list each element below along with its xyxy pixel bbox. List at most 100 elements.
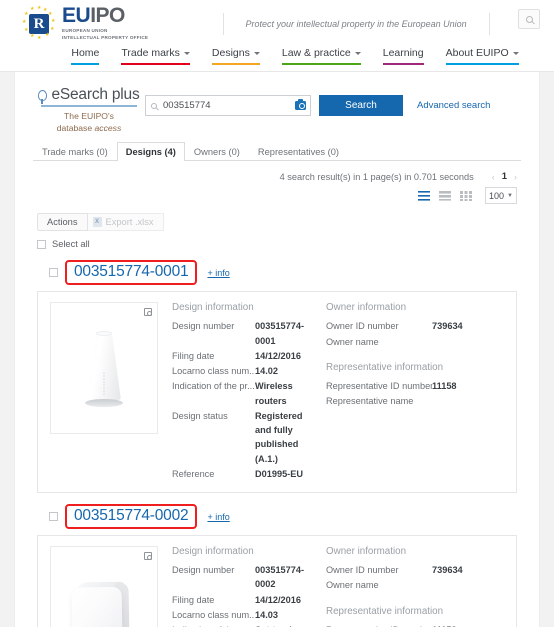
star-icon: ★ bbox=[37, 4, 42, 11]
design-id-link[interactable]: 003515774-0002 bbox=[74, 507, 189, 524]
logo-subtitle: EUROPEAN UNION INTELLECTUAL PROPERTY OFF… bbox=[62, 28, 148, 41]
magnifier-icon bbox=[38, 89, 48, 104]
actions-toolbar: Actions X Export .xlsx bbox=[37, 213, 539, 232]
more-info-link[interactable]: + info bbox=[207, 268, 229, 278]
star-icon: ★ bbox=[24, 26, 29, 33]
export-xlsx-label: Export .xlsx bbox=[105, 217, 154, 228]
prev-page-button[interactable]: ‹ bbox=[492, 172, 495, 182]
label-indication: Indication of the pr... bbox=[172, 381, 255, 392]
esearch-subtitle-access: access bbox=[94, 122, 122, 133]
representative-information-title: Representative information bbox=[326, 361, 444, 373]
detail-view-icon[interactable] bbox=[439, 190, 451, 201]
owner-representative-column: Owner information Owner ID number 739634 Ow… bbox=[326, 546, 504, 627]
result-type-tabs: Trade marks (0) Designs (4) Owners (0) Repr… bbox=[33, 142, 521, 162]
esearch-branding: eSearch plus The EUIPO's database access bbox=[33, 86, 145, 134]
logo-subtitle-line1: EUROPEAN UNION bbox=[62, 28, 108, 34]
logo-subtitle-line2: INTELLECTUAL PROPERTY OFFICE bbox=[62, 35, 149, 40]
list-view-icon[interactable] bbox=[418, 190, 430, 201]
page-size-select[interactable]: 100 ▼ bbox=[485, 187, 517, 205]
label-design-number: Design number bbox=[172, 565, 235, 576]
label-owner-name: Owner name bbox=[326, 580, 379, 591]
value-locarno-class: 14.02 bbox=[255, 366, 278, 377]
star-icon: ★ bbox=[22, 18, 27, 25]
design-id-highlight: 003515774-0002 bbox=[65, 504, 198, 530]
header-search-button[interactable] bbox=[518, 9, 540, 29]
more-info-link[interactable]: + info bbox=[207, 512, 229, 522]
advanced-search-link[interactable]: Advanced search bbox=[417, 100, 490, 111]
label-locarno-class: Locarno class num... bbox=[172, 609, 255, 620]
value-representative-id: 11158 bbox=[432, 380, 457, 391]
label-reference: Reference bbox=[172, 468, 215, 479]
nav-item-home[interactable]: Home bbox=[71, 47, 100, 65]
actions-button[interactable]: Actions bbox=[37, 213, 88, 232]
tab-designs-4[interactable]: Designs (4) bbox=[116, 142, 185, 162]
page-size-value: 100 bbox=[489, 190, 505, 201]
value-design-number: 003515774-0002 bbox=[255, 565, 305, 590]
star-icon: ★ bbox=[43, 6, 48, 13]
nav-item-label: Home bbox=[71, 47, 100, 59]
select-all-row[interactable]: Select all bbox=[37, 239, 539, 249]
nav-item-label: Learning bbox=[382, 47, 424, 59]
current-page-number[interactable]: 1 bbox=[502, 171, 507, 182]
camera-icon[interactable] bbox=[295, 99, 306, 110]
next-page-button[interactable]: › bbox=[514, 172, 517, 182]
field-row: Locarno class num... 14.03 bbox=[172, 608, 318, 622]
select-all-checkbox[interactable] bbox=[37, 239, 46, 249]
star-icon: ★ bbox=[51, 17, 56, 24]
esearch-subtitle-line1: The EUIPO's bbox=[64, 110, 114, 121]
esearch-subtitle-line2: database access bbox=[33, 122, 145, 134]
search-row: Search Advanced search bbox=[145, 86, 490, 116]
field-row: Filing date 14/12/2016 bbox=[172, 349, 318, 363]
esearch-title-text: eSearch plus bbox=[51, 86, 140, 103]
select-all-label: Select all bbox=[52, 239, 90, 250]
nav-item-learning[interactable]: Learning bbox=[382, 47, 424, 65]
star-icon: ★ bbox=[30, 5, 35, 12]
zoom-icon[interactable] bbox=[144, 552, 152, 561]
result-item: 003515774-0002 + info Design information De… bbox=[37, 504, 517, 627]
value-representative-id: 11158 bbox=[432, 623, 457, 627]
tab-owners-0[interactable]: Owners (0) bbox=[185, 142, 249, 161]
owner-information-title: Owner information bbox=[326, 546, 407, 558]
value-design-number: 003515774-0001 bbox=[255, 321, 305, 346]
result-checkbox[interactable] bbox=[49, 268, 58, 278]
search-field-wrapper[interactable] bbox=[145, 95, 311, 116]
result-item: 003515774-0001 + info Design information De… bbox=[37, 260, 517, 494]
site-tagline: Protect your intellectual property in th… bbox=[245, 18, 467, 29]
nav-item-designs[interactable]: Designs bbox=[211, 47, 260, 65]
main-navigation: Home Trade marks Designs Law & practice Lear… bbox=[0, 47, 554, 72]
field-row: Indication of the pr...Set-top boxes bbox=[172, 623, 318, 627]
design-information-column: Design information Design number 003515774… bbox=[172, 546, 318, 627]
tab-representatives-0[interactable]: Representatives (0) bbox=[249, 142, 348, 161]
nav-item-trade-marks[interactable]: Trade marks bbox=[121, 47, 190, 65]
field-row: Design status Registered and fully publis… bbox=[172, 409, 318, 466]
result-checkbox[interactable] bbox=[49, 512, 58, 522]
nav-item-about-euipo[interactable]: About EUIPO bbox=[445, 47, 519, 65]
design-thumbnail[interactable] bbox=[50, 546, 158, 627]
nav-item-label: Law & practice bbox=[281, 47, 351, 59]
label-locarno-class: Locarno class num... bbox=[172, 366, 255, 377]
value-locarno-class: 14.03 bbox=[255, 609, 278, 620]
value-indication: Set-top boxes bbox=[255, 623, 316, 627]
grid-view-icon[interactable] bbox=[460, 190, 472, 201]
search-input[interactable] bbox=[163, 100, 295, 111]
star-icon: ★ bbox=[45, 31, 50, 38]
design-thumbnail[interactable] bbox=[50, 302, 158, 435]
esearch-title: eSearch plus bbox=[33, 86, 145, 104]
design-information-column: Design information Design number 003515774… bbox=[172, 302, 318, 482]
field-row: Design number 003515774-0001 bbox=[172, 319, 318, 348]
logo-name-eu: EU bbox=[62, 4, 91, 28]
tab-trade-marks-0[interactable]: Trade marks (0) bbox=[33, 142, 117, 161]
design-id-link[interactable]: 003515774-0001 bbox=[74, 263, 189, 280]
euipo-logo[interactable]: R ★ ★ ★ ★ ★ ★ ★ ★ ★ ★ ★ ★ EUIPO EUROPEAN… bbox=[0, 5, 148, 41]
owner-information-title: Owner information bbox=[326, 302, 407, 314]
search-icon bbox=[151, 102, 157, 109]
router-base bbox=[85, 399, 123, 408]
label-filing-date: Filing date bbox=[172, 350, 215, 361]
nav-item-law-practice[interactable]: Law & practice bbox=[281, 47, 361, 65]
field-row: Owner ID number 739634 bbox=[326, 319, 504, 333]
view-options-row: 100 ▼ bbox=[15, 182, 539, 205]
zoom-icon[interactable] bbox=[144, 308, 152, 317]
pagination: ‹ 1 › bbox=[492, 171, 517, 182]
search-button[interactable]: Search bbox=[319, 95, 403, 116]
field-row: Representative name bbox=[326, 394, 504, 408]
